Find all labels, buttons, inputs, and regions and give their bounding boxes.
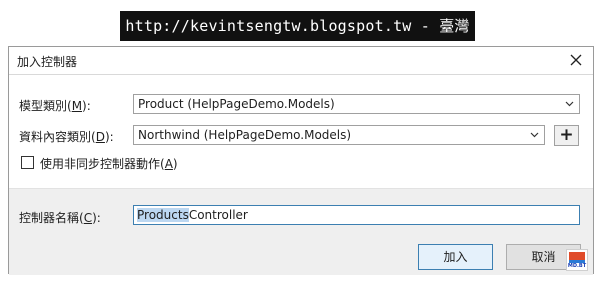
chevron-down-icon xyxy=(530,132,539,138)
controller-name-value: ProductsController xyxy=(137,208,248,222)
add-data-context-button[interactable]: + xyxy=(554,125,579,146)
watermark-banner: http://kevintsengtw.blogspot.tw - 臺灣 xyxy=(120,11,475,41)
data-context-label: 資料內容類別(D): xyxy=(19,130,114,144)
selected-text: Products xyxy=(137,208,189,222)
add-button[interactable]: 加入 xyxy=(418,244,493,270)
model-class-select[interactable]: Product (HelpPageDemo.Models) xyxy=(133,94,580,114)
logo-bar-red xyxy=(569,252,585,260)
controller-name-input[interactable]: ProductsController xyxy=(133,205,580,225)
async-actions-label[interactable]: 使用非同步控制器動作(A) xyxy=(40,155,178,172)
data-context-select[interactable]: Northwind (HelpPageDemo.Models) xyxy=(133,125,545,145)
logo-text: MD.BT xyxy=(567,263,587,269)
controller-name-label: 控制器名稱(C): xyxy=(19,211,101,225)
chevron-down-icon xyxy=(565,101,574,107)
model-class-label: 模型類別(M): xyxy=(19,99,91,113)
md-bt-logo: MD.BT xyxy=(566,249,588,271)
model-class-value: Product (HelpPageDemo.Models) xyxy=(138,97,335,111)
add-controller-dialog: 加入控制器 模型類別(M): Product (HelpPageDemo.Mod… xyxy=(8,46,594,275)
plus-icon: + xyxy=(559,125,574,145)
data-context-value: Northwind (HelpPageDemo.Models) xyxy=(138,128,352,142)
dialog-footer: 控制器名稱(C): ProductsController 加入 取消 xyxy=(9,188,593,275)
dialog-title: 加入控制器 xyxy=(17,55,78,69)
title-bar: 加入控制器 xyxy=(9,47,593,75)
async-actions-checkbox[interactable] xyxy=(21,156,34,169)
close-icon[interactable] xyxy=(568,52,584,68)
